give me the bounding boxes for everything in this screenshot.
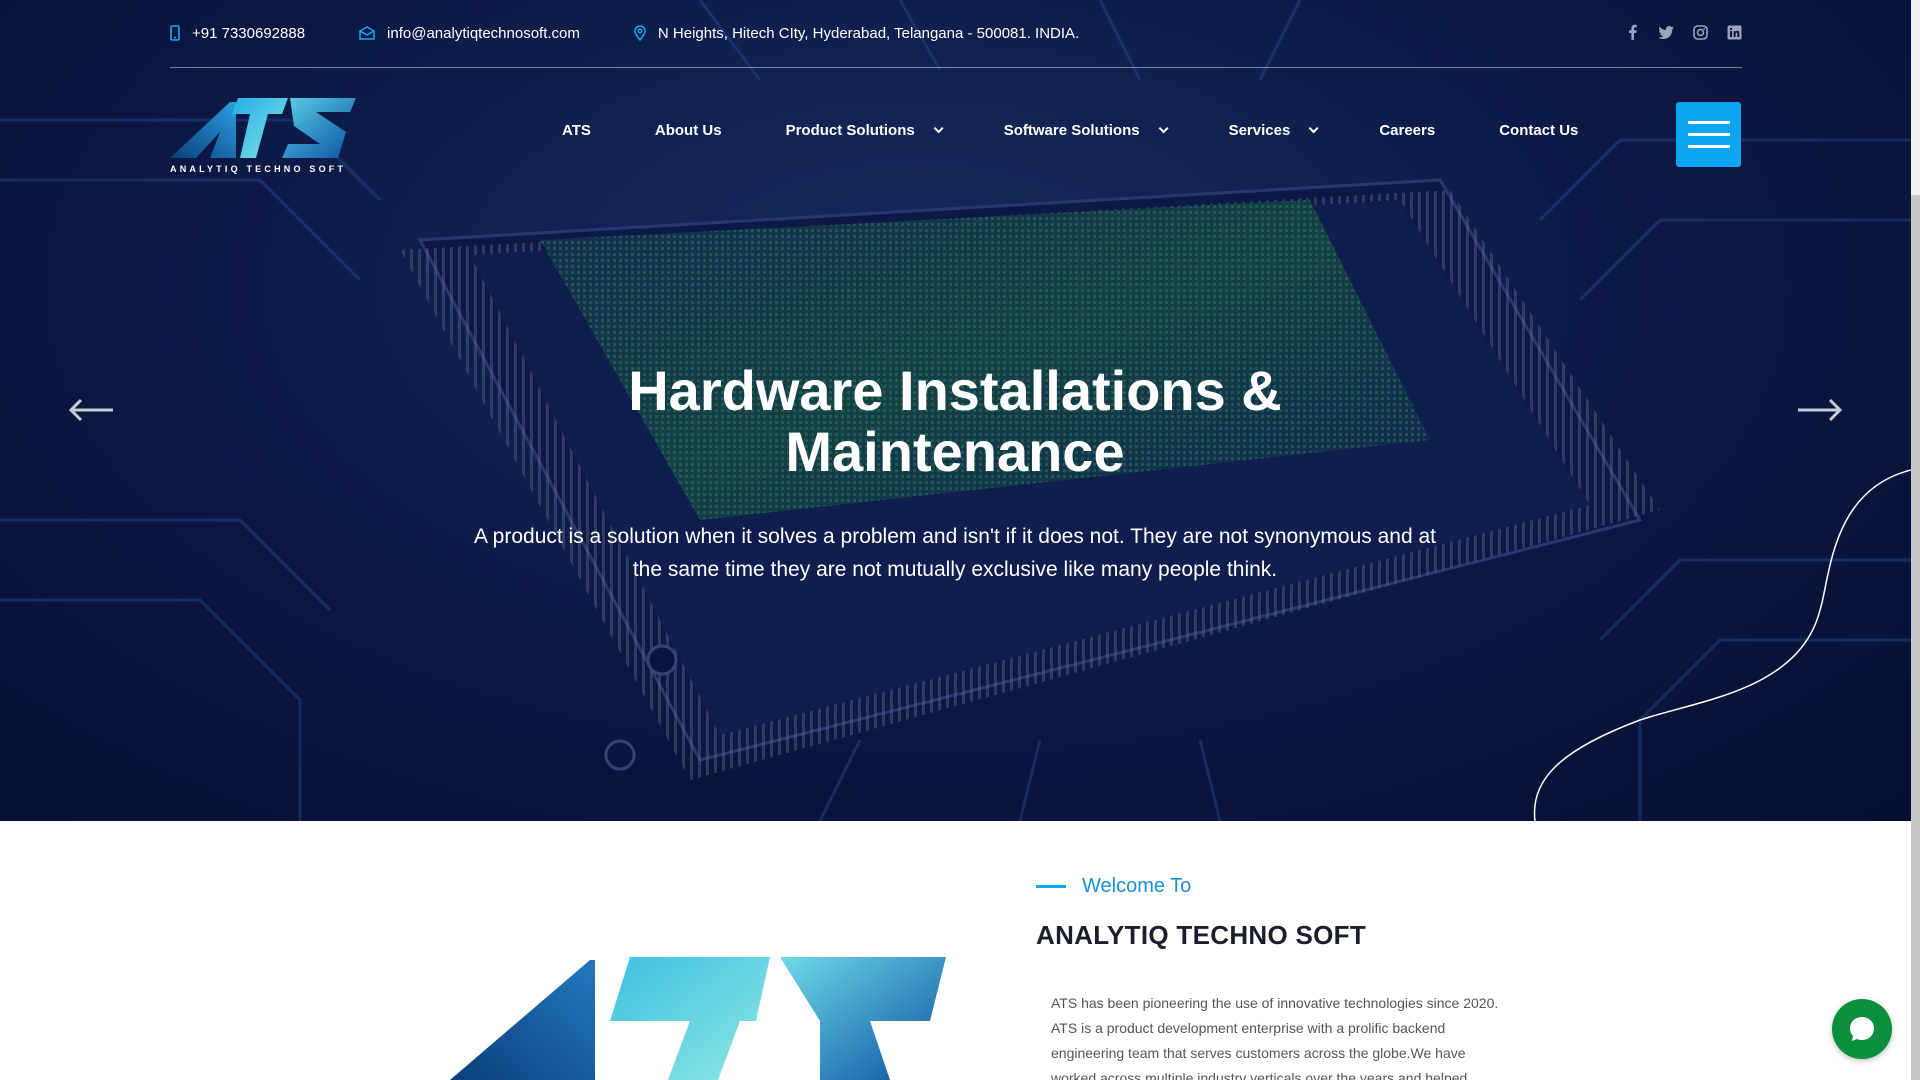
nav-label: Software Solutions [1003, 122, 1140, 139]
chat-widget-button[interactable] [1832, 999, 1892, 1059]
linkedin-icon[interactable] [1726, 24, 1742, 40]
about-paragraph: ATS has been pioneering the use of innov… [1051, 995, 1499, 1080]
phone-number: +91 7330692888 [192, 24, 306, 42]
hero-title-line1: Hardware Installations & [628, 359, 1282, 422]
nav-label: Careers [1379, 122, 1436, 139]
company-title: ANALYTIQ TECHNO SOFT [1036, 920, 1367, 950]
nav-item-careers[interactable]: Careers [1379, 122, 1435, 139]
page: +91 7330692888 info@analytiqtechnosoft.c… [0, 0, 1920, 1080]
page-scrollbar-thumb[interactable] [1911, 195, 1920, 1080]
hamburger-menu-button[interactable] [1676, 102, 1741, 167]
email-address: info@analytiqtechnosoft.com [387, 24, 580, 42]
logo-text: ANALYTIQ TECHNO SOFT [170, 164, 347, 174]
location-pin-icon [634, 25, 646, 41]
nav-item-product-solutions[interactable]: Product Solutions [785, 122, 944, 139]
chevron-down-icon [1308, 123, 1319, 134]
hero-title-line2: Maintenance [785, 420, 1125, 483]
slider-next-arrow-icon[interactable] [1797, 398, 1843, 422]
nav-label: Product Solutions [785, 122, 915, 139]
hero-title: Hardware Installations & Maintenance [460, 360, 1450, 482]
top-contact-bar: +91 7330692888 info@analytiqtechnosoft.c… [170, 18, 1742, 48]
welcome-label: Welcome To [1082, 875, 1192, 897]
social-links [1624, 24, 1742, 40]
chevron-down-icon [1158, 123, 1169, 134]
twitter-icon[interactable] [1658, 24, 1674, 40]
nav-item-contact-us[interactable]: Contact Us [1499, 122, 1578, 139]
nav-item-services[interactable]: Services [1228, 122, 1319, 139]
phone-icon [170, 25, 180, 41]
about-ats-logo-image [450, 957, 946, 1080]
chat-bubble-icon [1850, 1017, 1874, 1041]
instagram-icon[interactable] [1692, 24, 1708, 40]
menu-bar [1687, 133, 1730, 136]
nav-item-software-solutions[interactable]: Software Solutions [1003, 122, 1169, 139]
nav-item-ats[interactable]: ATS [562, 122, 591, 139]
address-contact: N Heights, Hitech CIty, Hyderabad, Telan… [634, 25, 1079, 42]
decorative-curve [1533, 469, 1911, 821]
slider-prev-arrow-icon[interactable] [68, 398, 114, 422]
accent-line [1036, 885, 1066, 888]
chevron-down-icon [933, 123, 944, 134]
nav-label: Contact Us [1499, 122, 1579, 139]
menu-bar [1687, 145, 1730, 148]
address-text: N Heights, Hitech CIty, Hyderabad, Telan… [657, 24, 1080, 42]
main-navigation: ATS About Us Product Solutions Software … [562, 122, 1642, 139]
email-contact[interactable]: info@analytiqtechnosoft.com [359, 25, 580, 42]
ats-logo-mark [170, 98, 356, 158]
envelope-icon [359, 26, 375, 40]
facebook-icon[interactable] [1624, 24, 1640, 40]
hero-description: A product is a solution when it solves a… [473, 525, 1436, 581]
nav-item-about-us[interactable]: About Us [655, 122, 722, 139]
nav-label: Services [1228, 122, 1291, 139]
phone-contact[interactable]: +91 7330692888 [170, 25, 305, 42]
topbar-divider [170, 67, 1742, 68]
menu-bar [1687, 121, 1730, 124]
nav-label: ATS [562, 122, 591, 139]
site-logo[interactable]: ANALYTIQ TECHNO SOFT [170, 92, 356, 176]
welcome-heading-row: Welcome To [1036, 875, 1191, 898]
nav-label: About Us [654, 122, 722, 139]
hero-slider: +91 7330692888 info@analytiqtechnosoft.c… [0, 0, 1911, 821]
